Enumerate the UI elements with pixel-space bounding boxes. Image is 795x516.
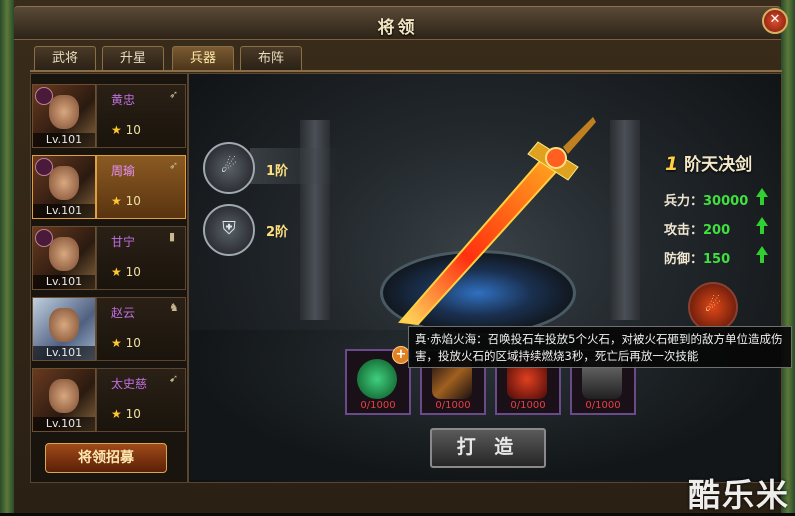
general-stars: ★ 10 [111, 407, 141, 421]
general-portrait: Lv.101 [32, 368, 96, 432]
general-stars: ★ 10 [111, 265, 141, 279]
bow-icon: ➶ [169, 159, 179, 172]
spear-icon: ➹ [169, 372, 179, 385]
general-name: 黄忠 [111, 93, 136, 107]
general-portrait: Lv.101 [32, 84, 96, 148]
general-level: Lv.101 [33, 204, 95, 218]
tab-formation[interactable]: 布阵 [240, 46, 302, 71]
stone-pillar [610, 120, 640, 320]
tier-2-label: 2阶 [266, 225, 289, 240]
tab-divider [30, 70, 782, 72]
general-info: 太史慈 ➹ ★ 10 [96, 368, 186, 432]
general-info: 甘宁 ▮ ★ 10 [96, 226, 186, 290]
tab-generals[interactable]: 武将 [34, 46, 96, 71]
general-portrait: Lv.101 [32, 297, 96, 361]
general-card[interactable]: Lv.101 周瑜 ➶ ★ 10 [32, 155, 186, 219]
tier-highlight [250, 148, 340, 184]
tier-1-label: 1阶 [266, 164, 289, 179]
general-card[interactable]: Lv.101 赵云 ♞ ★ 10 [32, 297, 186, 361]
star-icon: ★ [111, 407, 122, 421]
general-info: 赵云 ♞ ★ 10 [96, 297, 186, 361]
stat-attack: 攻击：200 [664, 223, 731, 238]
stat-defense: 防御：150 [664, 252, 731, 267]
right-border-decoration [781, 0, 795, 513]
weapon-name: 1 阶天决剑 [665, 153, 753, 175]
general-level: Lv.101 [33, 346, 95, 360]
star-icon: ★ [111, 194, 122, 208]
fire-skill-icon: ☄ [704, 295, 722, 316]
tier-1-button[interactable]: ☄ [203, 142, 255, 194]
close-button[interactable]: ✕ [762, 8, 788, 34]
up-arrow-icon [756, 188, 768, 197]
general-stars: ★ 10 [111, 194, 141, 208]
general-portrait: Lv.101 [32, 155, 96, 219]
general-name: 赵云 [111, 306, 136, 320]
title-bar: 将领 [14, 6, 781, 40]
watermark: 酷乐米 [688, 476, 791, 514]
tab-star-up[interactable]: 升星 [102, 46, 164, 71]
horse-icon: ♞ [169, 301, 179, 314]
forge-button[interactable]: 打 造 [430, 428, 546, 468]
general-name: 甘宁 [111, 235, 136, 249]
bow-icon: ➶ [169, 88, 179, 101]
general-name: 周瑜 [111, 164, 136, 178]
window-title: 将领 [377, 18, 418, 38]
shield-icon: ⛨ [222, 218, 236, 239]
general-level: Lv.101 [33, 275, 95, 289]
green-gem-icon [357, 359, 397, 399]
up-arrow-icon [756, 246, 768, 255]
shield-icon: ▮ [169, 230, 176, 243]
general-stars: ★ 10 [111, 336, 141, 350]
general-level: Lv.101 [33, 133, 95, 147]
star-icon: ★ [111, 265, 122, 279]
stat-troops: 兵力：30000 [664, 194, 749, 209]
recruit-generals-button[interactable]: 将领招募 [45, 443, 167, 473]
close-icon: ✕ [769, 12, 781, 27]
sword-flame-icon: ☄ [220, 156, 238, 177]
general-card[interactable]: Lv.101 太史慈 ➹ ★ 10 [32, 368, 186, 432]
general-card[interactable]: Lv.101 甘宁 ▮ ★ 10 [32, 226, 186, 290]
tier-2-button[interactable]: ⛨ [203, 204, 255, 256]
left-border-decoration [0, 0, 14, 513]
general-info: 黄忠 ➶ ★ 10 [96, 84, 186, 148]
tab-weapons[interactable]: 兵器 [172, 46, 234, 71]
general-stars: ★ 10 [111, 123, 141, 137]
skill-button[interactable]: ☄ [688, 282, 738, 332]
up-arrow-icon [756, 217, 768, 226]
general-portrait: Lv.101 [32, 226, 96, 290]
flaming-sword-image [398, 117, 596, 326]
general-info-selected: 周瑜 ➶ ★ 10 [96, 155, 186, 219]
star-icon: ★ [111, 123, 122, 137]
general-card[interactable]: Lv.101 黄忠 ➶ ★ 10 [32, 84, 186, 148]
general-level: Lv.101 [33, 417, 95, 431]
star-icon: ★ [111, 336, 122, 350]
skill-tooltip: 真·赤焰火海：召唤投石车投放5个火石，对被火石砸到的敌方单位造成伤害，投放火石的… [408, 326, 792, 368]
general-name: 太史慈 [111, 377, 148, 391]
